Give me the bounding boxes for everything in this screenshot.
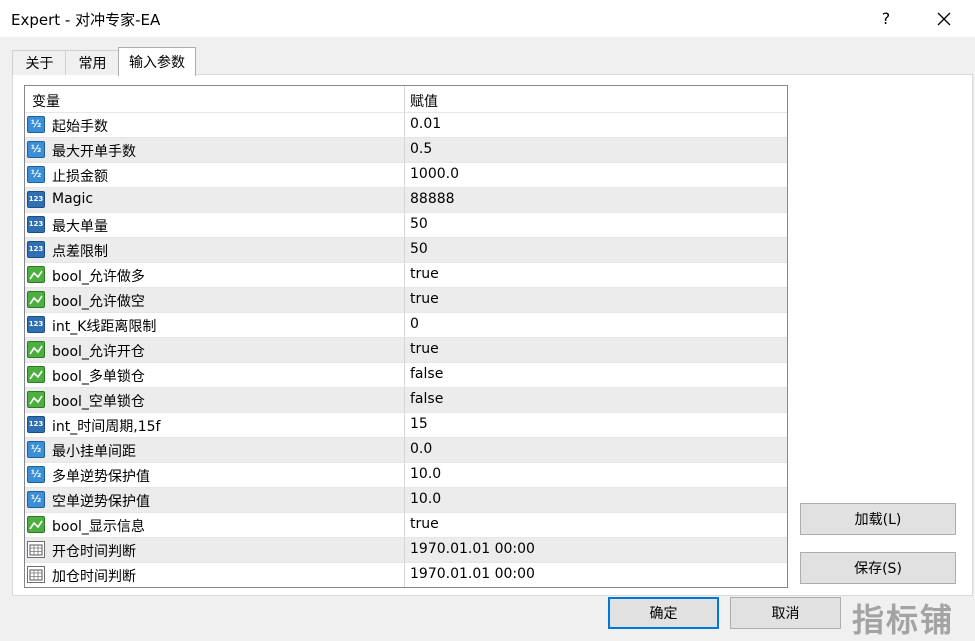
table-row[interactable]: 123 int_时间周期,15f 15 [25, 412, 787, 437]
help-button[interactable]: ? [868, 0, 904, 37]
parameter-value[interactable]: 10.0 [410, 466, 441, 482]
parameter-name: int_时间周期,15f [52, 419, 161, 435]
parameter-value[interactable]: 1970.01.01 00:00 [410, 566, 535, 582]
parameter-name: int_K线距离限制 [52, 319, 157, 335]
parameter-value[interactable]: 10.0 [410, 491, 441, 507]
parameter-value[interactable]: false [410, 366, 443, 382]
parameter-value[interactable]: 0.5 [410, 141, 432, 157]
table-row[interactable]: 123 int_K线距离限制 0 [25, 312, 787, 337]
table-row[interactable]: ½ 多单逆势保护值 10.0 [25, 462, 787, 487]
table-row[interactable]: bool_空单锁仓 false [25, 387, 787, 412]
parameter-value[interactable]: 50 [410, 216, 428, 232]
tab-inputs[interactable]: 输入参数 [118, 47, 196, 76]
double-type-icon: ½ [27, 441, 45, 458]
save-button[interactable]: 保存(S) [800, 552, 956, 584]
table-row[interactable]: 123 Magic 88888 [25, 187, 787, 212]
integer-type-icon: 123 [27, 316, 45, 333]
integer-type-icon: 123 [27, 216, 45, 233]
parameter-name: 止损金额 [52, 169, 108, 185]
ok-button[interactable]: 确定 [608, 597, 719, 629]
table-row[interactable]: 开仓时间判断 1970.01.01 00:00 [25, 537, 787, 562]
parameter-name: 多单逆势保护值 [52, 469, 150, 485]
table-row[interactable]: bool_多单锁仓 false [25, 362, 787, 387]
datetime-type-icon [27, 541, 45, 558]
parameter-value[interactable]: 0.0 [410, 441, 432, 457]
parameter-name: 最大开单手数 [52, 144, 136, 160]
parameter-value[interactable]: true [410, 341, 439, 357]
cancel-button[interactable]: 取消 [730, 597, 841, 629]
table-row[interactable]: bool_允许开仓 true [25, 337, 787, 362]
table-row[interactable]: ½ 起始手数 0.01 [25, 112, 787, 137]
parameter-name: 加仓时间判断 [52, 569, 136, 585]
parameter-value[interactable]: 88888 [410, 191, 455, 207]
parameter-name: 空单逆势保护值 [52, 494, 150, 510]
parameter-value[interactable]: true [410, 291, 439, 307]
double-type-icon: ½ [27, 141, 45, 158]
header-variable[interactable]: 变量 [32, 91, 60, 111]
header-value[interactable]: 赋值 [410, 91, 438, 111]
parameter-value[interactable]: 50 [410, 241, 428, 257]
tab-common[interactable]: 常用 [65, 50, 120, 75]
grid-header: 变量 赋值 [25, 86, 787, 112]
parameter-name: bool_允许做多 [52, 269, 145, 285]
parameter-value[interactable]: 0 [410, 316, 419, 332]
parameter-name: bool_允许做空 [52, 294, 145, 310]
parameter-name: 最小挂单间距 [52, 444, 136, 460]
parameter-name: 开仓时间判断 [52, 544, 136, 560]
double-type-icon: ½ [27, 116, 45, 133]
boolean-type-icon [27, 391, 45, 408]
parameter-name: bool_空单锁仓 [52, 394, 145, 410]
table-row[interactable]: ½ 最大开单手数 0.5 [25, 137, 787, 162]
close-button[interactable] [924, 0, 964, 37]
integer-type-icon: 123 [27, 241, 45, 258]
boolean-type-icon [27, 291, 45, 308]
double-type-icon: ½ [27, 466, 45, 483]
parameter-value[interactable]: false [410, 391, 443, 407]
boolean-type-icon [27, 516, 45, 533]
integer-type-icon: 123 [27, 416, 45, 433]
parameter-value[interactable]: true [410, 266, 439, 282]
double-type-icon: ½ [27, 491, 45, 508]
parameter-value[interactable]: 1970.01.01 00:00 [410, 541, 535, 557]
table-row[interactable]: 123 点差限制 50 [25, 237, 787, 262]
table-row[interactable]: bool_允许做空 true [25, 287, 787, 312]
title-bar: Expert - 对冲专家-EA ? [0, 0, 975, 37]
parameter-name: 点差限制 [52, 244, 108, 260]
table-row[interactable]: ½ 止损金额 1000.0 [25, 162, 787, 187]
integer-type-icon: 123 [27, 191, 45, 208]
parameter-value[interactable]: 0.01 [410, 116, 441, 132]
parameter-name: 起始手数 [52, 119, 108, 135]
parameter-name: bool_允许开仓 [52, 344, 145, 360]
table-row[interactable]: 123 最大单量 50 [25, 212, 787, 237]
tab-about[interactable]: 关于 [12, 50, 67, 75]
parameter-name: bool_显示信息 [52, 519, 145, 535]
table-row[interactable]: bool_显示信息 true [25, 512, 787, 537]
parameter-name: bool_多单锁仓 [52, 369, 145, 385]
window-title: Expert - 对冲专家-EA [11, 11, 161, 29]
column-divider[interactable] [404, 86, 405, 587]
table-row[interactable]: ½ 最小挂单间距 0.0 [25, 437, 787, 462]
close-icon [937, 12, 951, 25]
parameters-grid[interactable]: 变量 赋值 ½ 起始手数 0.01 ½ 最大开单手数 0.5 ½ 止损金额 1000.0 123 M… [24, 85, 788, 588]
parameter-value[interactable]: 15 [410, 416, 428, 432]
table-row[interactable]: ½ 空单逆势保护值 10.0 [25, 487, 787, 512]
double-type-icon: ½ [27, 166, 45, 183]
boolean-type-icon [27, 341, 45, 358]
boolean-type-icon [27, 266, 45, 283]
datetime-type-icon [27, 566, 45, 583]
table-row[interactable]: bool_允许做多 true [25, 262, 787, 287]
parameter-name: 最大单量 [52, 219, 108, 235]
watermark-logo: 指标铺 [852, 601, 955, 639]
parameter-value[interactable]: true [410, 516, 439, 532]
parameter-name: Magic [52, 191, 94, 207]
boolean-type-icon [27, 366, 45, 383]
load-button[interactable]: 加载(L) [800, 503, 956, 535]
parameter-value[interactable]: 1000.0 [410, 166, 459, 182]
table-row[interactable]: 加仓时间判断 1970.01.01 00:00 [25, 562, 787, 587]
